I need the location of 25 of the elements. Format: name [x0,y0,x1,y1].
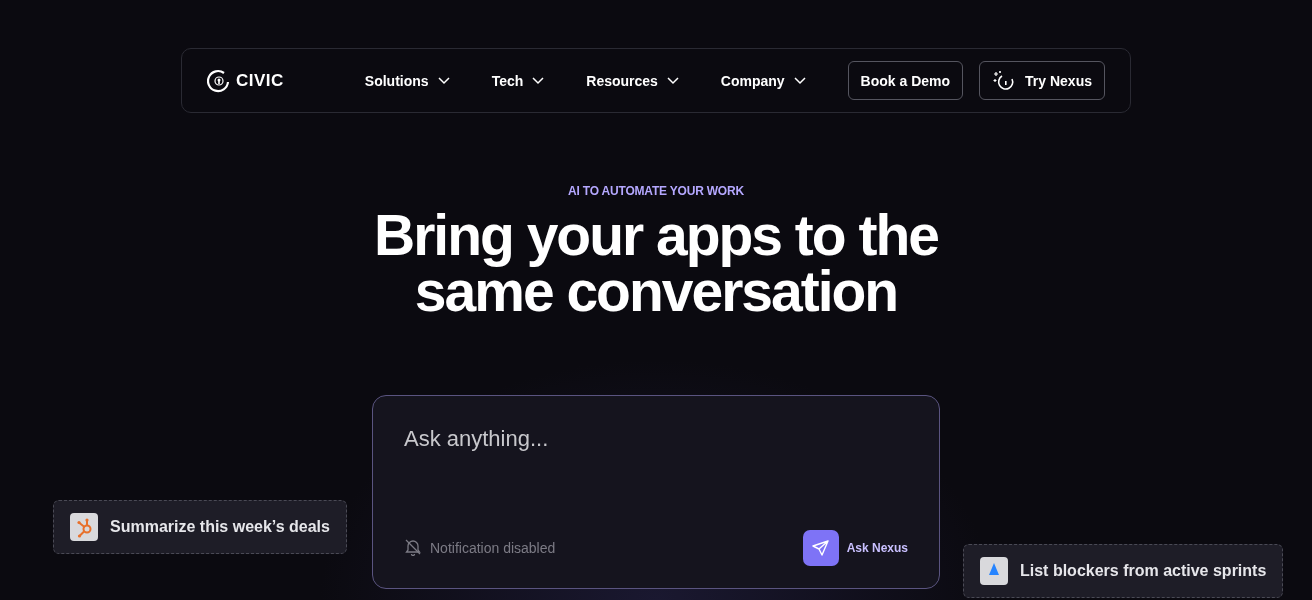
demo-button[interactable]: Book a Demo [847,61,964,100]
try-button[interactable]: Try Nexus [979,61,1105,100]
nav-menu-item[interactable]: Resources [586,72,679,89]
bell-off-icon [404,537,422,556]
notification-status: Notification disabled [430,540,556,556]
nav-menu-item[interactable]: Solutions [364,72,450,89]
hub-icon [70,513,98,541]
suggestion-text: List blockers from active sprints [1020,562,1267,580]
chevron-down-icon [666,76,679,85]
nav-menu-item[interactable]: Tech [491,72,545,89]
chevron-down-icon [793,76,806,85]
hero-heading: Bring your apps to the same conversation [374,207,938,319]
triangle-app-icon [980,557,1008,585]
suggestion-chip[interactable]: List blockers from active sprints [963,544,1284,598]
send-icon [811,539,830,557]
prompt-field[interactable]: Ask anything... [404,426,908,452]
ask-button[interactable]: Ask Nexus [802,530,908,566]
brand-name[interactable]: CIVIC [236,70,284,91]
suggestion-chip[interactable]: Summarize this week’s deals [53,500,347,554]
logo-icon [207,68,231,93]
suggestion-text: Summarize this week’s deals [110,518,330,536]
nav-menu-item[interactable]: Company [720,72,806,89]
chevron-down-icon [532,76,545,85]
chevron-down-icon [437,76,450,85]
eyebrow-label: AI TO AUTOMATE YOUR WORK [568,184,744,198]
